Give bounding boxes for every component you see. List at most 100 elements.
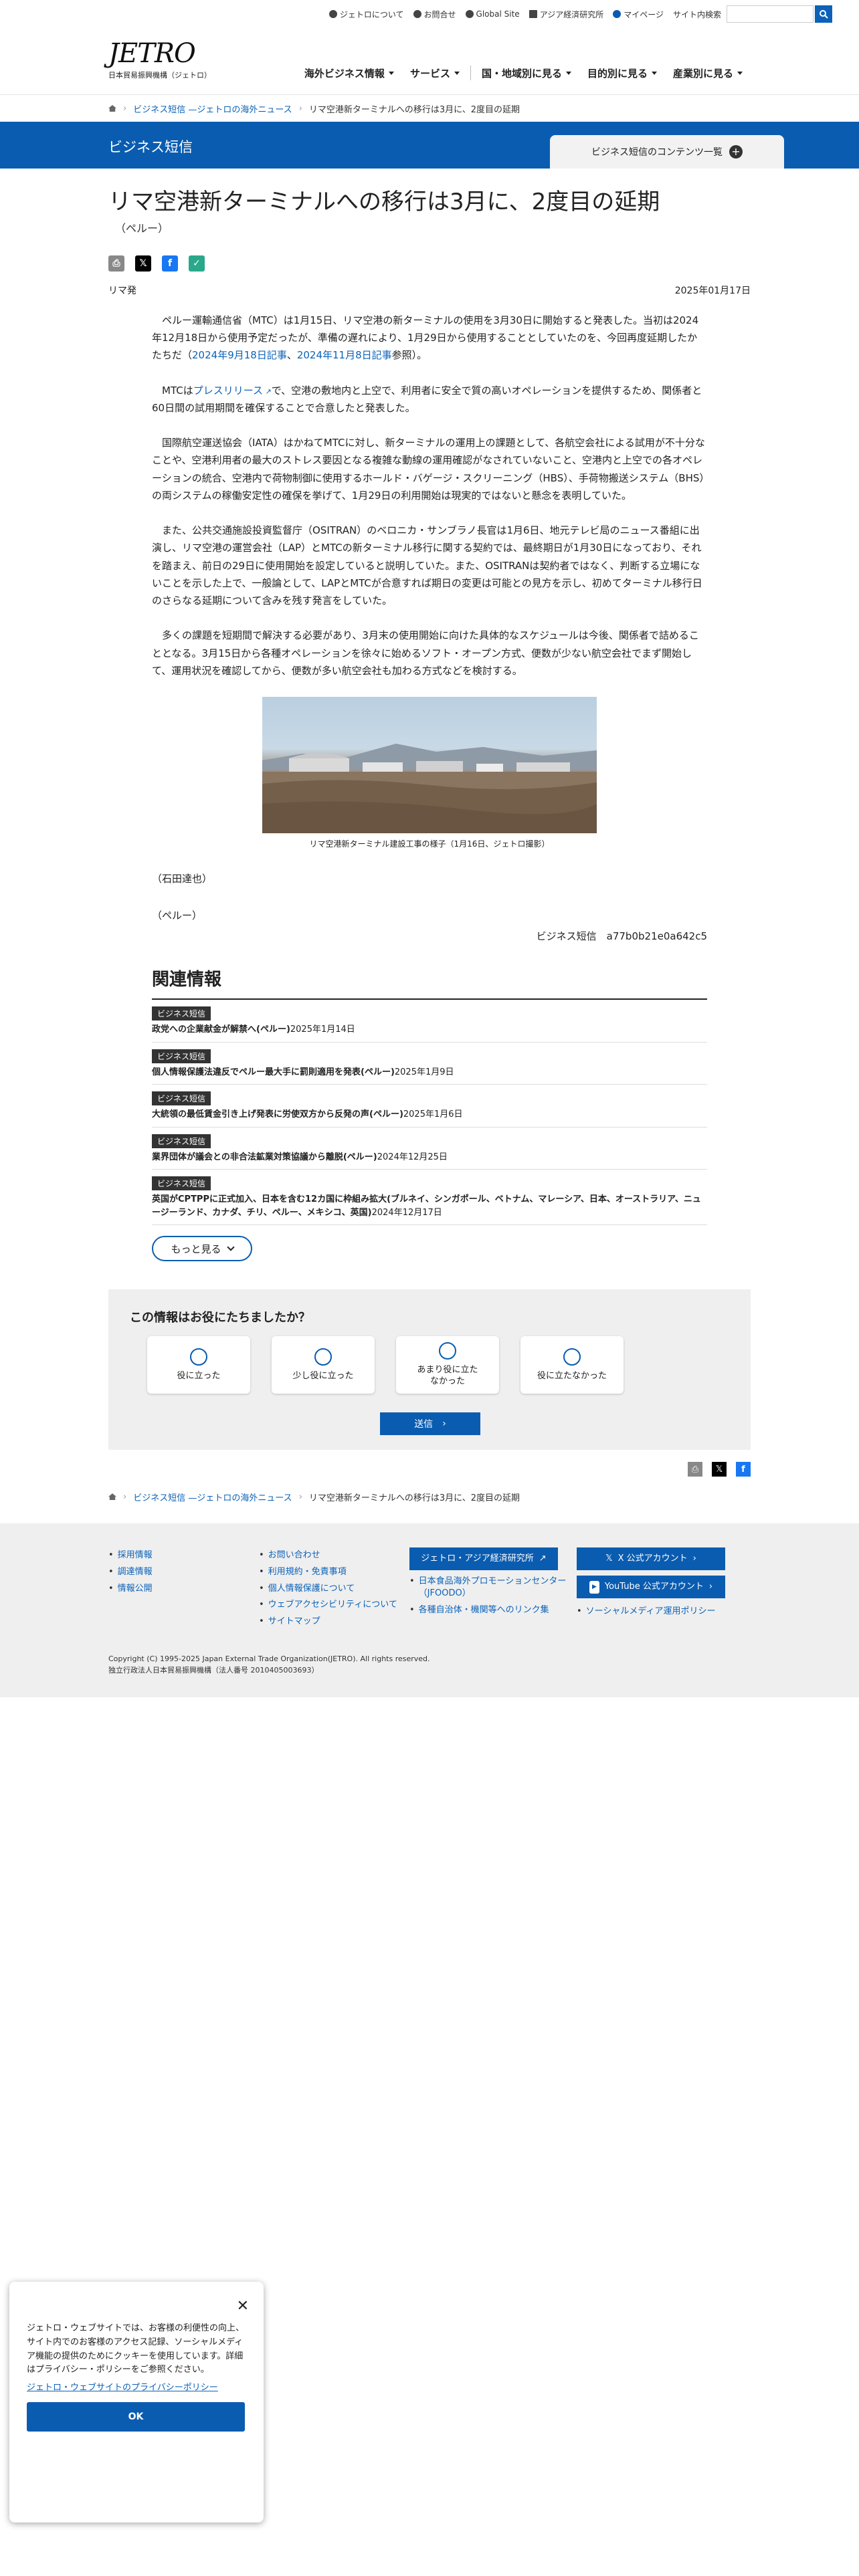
search-input[interactable] xyxy=(727,5,814,23)
external-link-icon: ↗ xyxy=(539,1553,547,1564)
list-item[interactable]: ビジネス短信 個人情報保護法違反でペルー最大手に罰則適用を発表(ペルー)2025年… xyxy=(152,1043,707,1085)
global-site-link[interactable]: Global Site xyxy=(465,9,520,19)
show-more-button[interactable]: もっと見る xyxy=(152,1236,252,1262)
press-release-link[interactable]: プレスリリース xyxy=(193,385,263,397)
footer-link-recruit[interactable]: 採用情報 xyxy=(108,1547,259,1564)
print-icon[interactable]: ⎙ xyxy=(108,255,124,272)
x-share-icon[interactable]: 𝕏 xyxy=(135,255,151,272)
jetro-logo[interactable]: JETRO 日本貿易振興機構（ジェトロ） xyxy=(108,40,211,80)
feedback-not-helpful[interactable]: 役に立たなかった xyxy=(520,1336,624,1394)
gnav-by-purpose[interactable]: 目的別に見る xyxy=(579,66,665,80)
chevron-right-icon: › xyxy=(298,103,302,114)
chevron-right-icon: › xyxy=(123,1491,127,1502)
ide-button[interactable]: ジェトロ・アジア経済研究所 ↗ xyxy=(409,1547,558,1571)
share-bar: ⎙ 𝕏 f ✓ xyxy=(108,255,751,272)
x-share-icon[interactable]: 𝕏 xyxy=(712,1462,727,1477)
gnav-business-info[interactable]: 海外ビジネス情報 xyxy=(296,66,402,80)
utility-bar: ジェトロについて お問合せ Global Site アジア経済研究所 マイページ… xyxy=(0,0,859,28)
caret-down-icon xyxy=(388,71,394,75)
footer-link-accessibility[interactable]: ウェブアクセシビリティについて xyxy=(259,1597,409,1614)
list-item[interactable]: ビジネス短信 英国がCPTPPに正式加入、日本を含む12カ国に枠組み拡大(ブルネイ… xyxy=(152,1170,707,1226)
footer-col-3: ジェトロ・アジア経済研究所↗ 日本食品海外プロモーションセンター（JFOODO）… xyxy=(409,1547,577,1630)
user-icon xyxy=(613,10,622,18)
cookie-ok-button[interactable]: OK xyxy=(27,2402,245,2432)
plus-icon: + xyxy=(729,145,743,158)
footer-link-sitemap[interactable]: サイトマップ xyxy=(259,1614,409,1630)
list-item[interactable]: ビジネス短信 大統領の最低賃金引き上げ発表に労使双方から反発の声(ペルー)2025… xyxy=(152,1085,707,1128)
article-code: ビジネス短信 a77b0b21e0a642c5 xyxy=(536,930,707,943)
chevron-right-icon: › xyxy=(692,1553,696,1564)
feedback-somewhat-helpful[interactable]: 少し役に立った xyxy=(272,1336,375,1394)
breadcrumb-current: リマ空港新ターミナルへの移行は3月に、2度目の延期 xyxy=(308,1493,520,1503)
share-bar-bottom: ⎙ 𝕏 f xyxy=(108,1462,751,1477)
gnav-by-region[interactable]: 国・地域別に見る xyxy=(474,66,579,80)
youtube-account-button[interactable]: ▶ YouTube 公式アカウント › xyxy=(577,1576,725,1599)
facebook-share-icon[interactable]: f xyxy=(162,255,178,272)
breadcrumb-bottom: › ビジネス短信 —ジェトロの海外ニュース › リマ空港新ターミナルへの移行は3… xyxy=(108,1483,751,1510)
contact-link[interactable]: お問合せ xyxy=(413,9,456,20)
caret-down-icon xyxy=(737,71,743,75)
x-icon: 𝕏 xyxy=(605,1553,613,1564)
privacy-policy-link[interactable]: ジェトロ・ウェブサイトのプライバシーポリシー xyxy=(27,2380,246,2393)
section-title: ビジネス短信 xyxy=(108,139,193,155)
author: （石田達也） xyxy=(152,873,213,885)
list-item[interactable]: ビジネス短信 業界団体が議会との非合法鉱業対策協議から離脱(ペルー)2024年12… xyxy=(152,1128,707,1170)
globe-icon xyxy=(465,10,474,18)
footer-link-terms[interactable]: 利用規約・免責事項 xyxy=(259,1564,409,1581)
section-banner: ビジネス短信 ビジネス短信のコンテンツ一覧 + xyxy=(0,122,859,169)
list-item[interactable]: ビジネス短信 政党への企業献金が解禁へ(ペルー)2025年1月14日 xyxy=(152,1000,707,1043)
chevron-right-icon: › xyxy=(708,1581,713,1592)
footer-link-links[interactable]: 各種自治体・機関等へのリンク集 xyxy=(409,1604,577,1616)
slight-smile-icon xyxy=(314,1348,332,1366)
mypage-link[interactable]: マイページ xyxy=(613,9,664,20)
gnav-services[interactable]: サービス xyxy=(402,66,468,80)
about-link[interactable]: ジェトロについて xyxy=(328,9,404,20)
cookie-consent-dialog: ✕ ジェトロ・ウェブサイトでは、お客様の利便性の向上、サイト内でのお客様のアクセ… xyxy=(9,2282,264,2523)
search-icon xyxy=(820,10,828,19)
category-badge: ビジネス短信 xyxy=(152,1134,211,1148)
paragraph-4: また、公共交通施設投資監督庁（OSITRAN）のベロニカ・サンブラノ長官は1月6… xyxy=(152,524,702,607)
feedback-submit-button[interactable]: 送信 › xyxy=(380,1412,480,1436)
dateline-place: リマ発 xyxy=(108,285,136,296)
footer-link-jfoodo[interactable]: 日本食品海外プロモーションセンター（JFOODO） xyxy=(409,1576,577,1600)
nav-divider xyxy=(470,66,471,80)
close-icon[interactable]: ✕ xyxy=(237,2298,249,2315)
footer-link-procurement[interactable]: 調達情報 xyxy=(108,1564,259,1581)
feedback-options: 役に立った 少し役に立った あまり役に立た なかった 役に立たなかった xyxy=(147,1336,624,1394)
print-icon[interactable]: ⎙ xyxy=(688,1462,702,1477)
smile-icon xyxy=(190,1348,207,1366)
feedback-heading: この情報はお役にたちましたか？ xyxy=(130,1311,310,1325)
contents-list-button[interactable]: ビジネス短信のコンテンツ一覧 + xyxy=(550,135,784,169)
feedback-panel: この情報はお役にたちましたか？ 役に立った 少し役に立った あまり役に立た なかっ… xyxy=(108,1289,751,1451)
facebook-share-icon[interactable]: f xyxy=(736,1462,751,1477)
link-2024-11-08[interactable]: 2024年11月8日記事 xyxy=(297,349,392,361)
footer-link-privacy[interactable]: 個人情報保護について xyxy=(259,1581,409,1598)
copyright: Copyright (C) 1995-2025 Japan External T… xyxy=(108,1654,430,1675)
footer-link-disclosure[interactable]: 情報公開 xyxy=(108,1581,259,1598)
site-search: サイト内検索 xyxy=(673,5,832,23)
mail-icon xyxy=(413,10,421,18)
search-label: サイト内検索 xyxy=(672,9,721,19)
chevron-down-icon xyxy=(226,1243,235,1251)
footer-link-contact[interactable]: お問い合わせ xyxy=(259,1547,409,1564)
breadcrumb-biz-news[interactable]: ビジネス短信 —ジェトロの海外ニュース xyxy=(133,1491,292,1503)
footer-link-sns-policy[interactable]: ソーシャルメディア運用ポリシー xyxy=(577,1604,725,1620)
signature-country: （ペルー） xyxy=(152,909,203,922)
airport-construction-image xyxy=(262,744,597,834)
gnav-by-industry[interactable]: 産業別に見る xyxy=(665,66,751,80)
feedback-not-very-helpful[interactable]: あまり役に立た なかった xyxy=(396,1336,499,1394)
logo-mark: JETRO xyxy=(108,38,196,69)
related-heading: 関連情報 xyxy=(152,966,707,1000)
paragraph-2: MTCはプレスリリース ↗で、空港の敷地内と上空で、利用者に安全で質の高いオペレ… xyxy=(152,384,702,414)
construction-photo xyxy=(262,697,597,834)
link-2024-09-18[interactable]: 2024年9月18日記事 xyxy=(192,349,287,361)
article-title: リマ空港新ターミナルへの移行は3月に、2度目の延期 xyxy=(108,189,660,215)
bookmark-icon[interactable]: ✓ xyxy=(189,255,205,272)
breadcrumb-biz-news[interactable]: ビジネス短信 —ジェトロの海外ニュース xyxy=(133,102,292,115)
ide-link[interactable]: アジア経済研究所 xyxy=(529,9,603,20)
home-icon[interactable] xyxy=(108,1493,116,1501)
search-button[interactable] xyxy=(815,5,832,23)
feedback-helpful[interactable]: 役に立った xyxy=(147,1336,250,1394)
x-account-button[interactable]: 𝕏X 公式アカウント › xyxy=(577,1547,725,1571)
home-icon[interactable] xyxy=(108,105,116,112)
